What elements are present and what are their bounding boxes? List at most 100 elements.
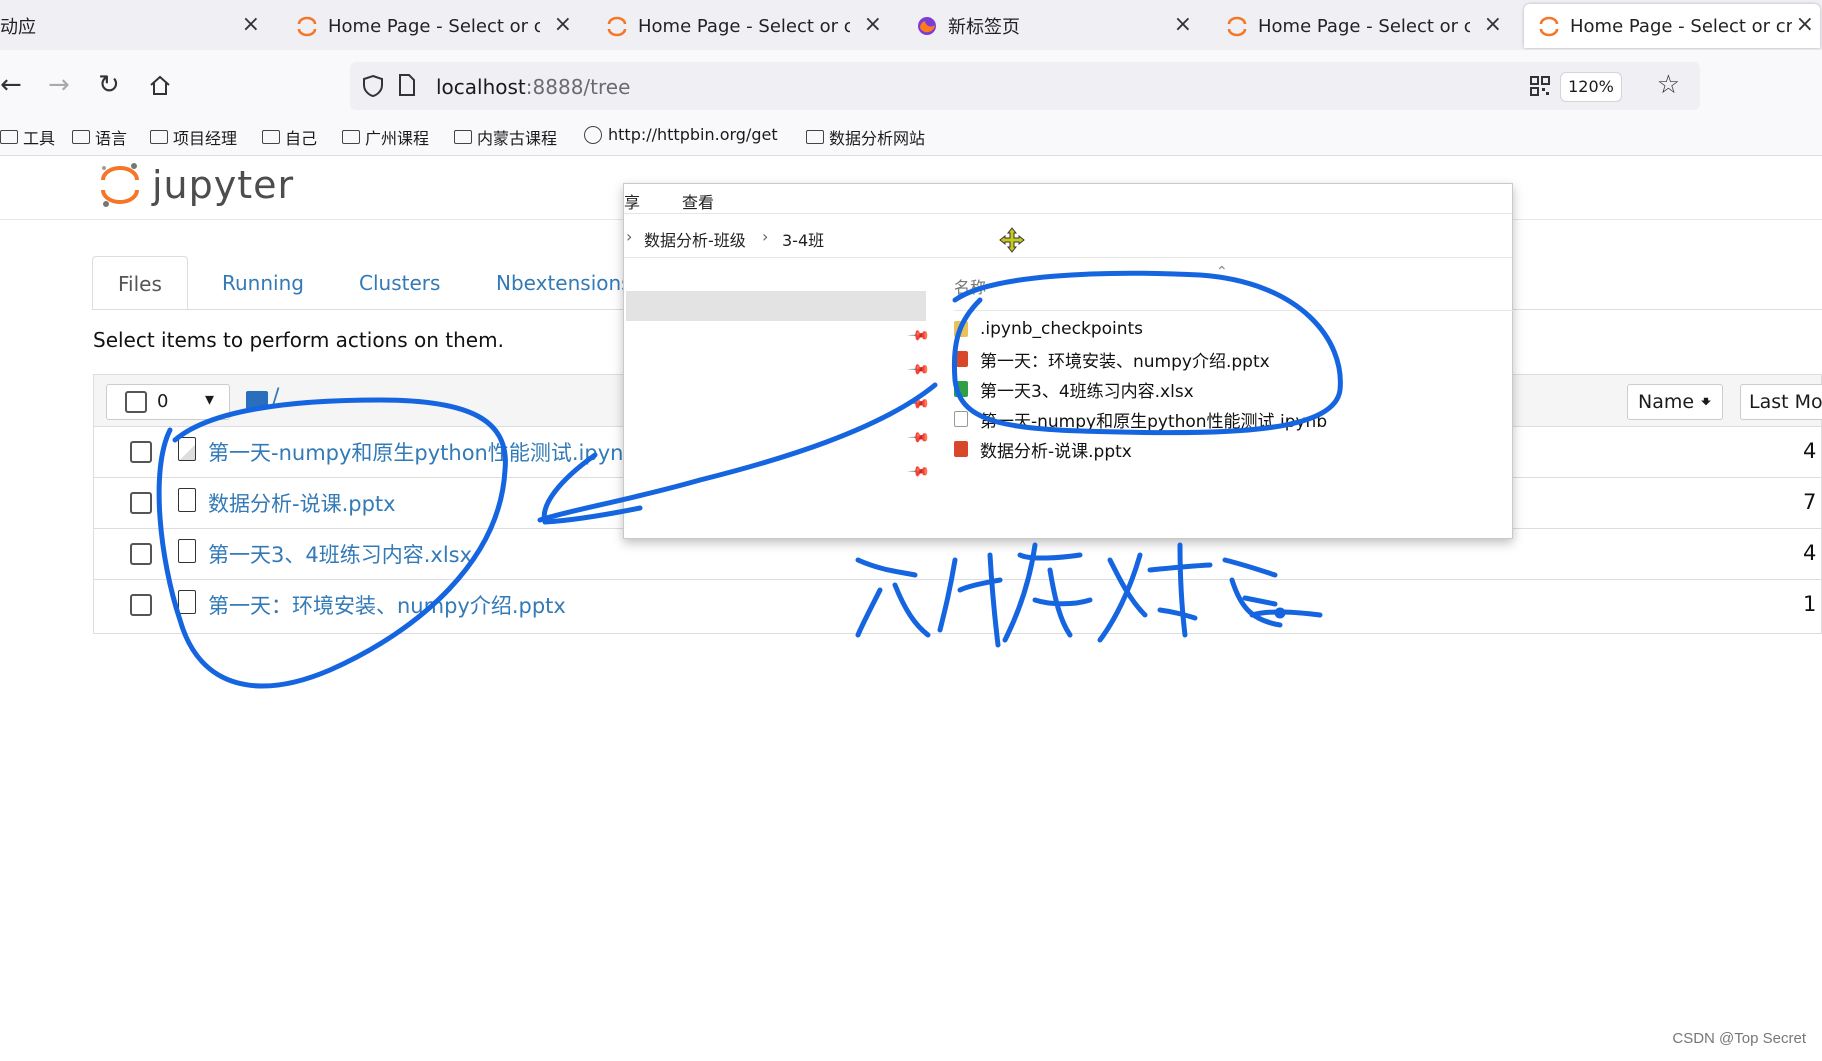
qr-code-icon[interactable] (1530, 76, 1550, 96)
row-checkbox[interactable] (130, 543, 152, 565)
address-bar[interactable]: localhost:8888/tree 120% ☆ (350, 62, 1700, 110)
bookmark-folder[interactable]: 语言 (72, 125, 127, 149)
close-icon[interactable]: × (1484, 14, 1502, 36)
close-icon[interactable]: × (1174, 14, 1192, 36)
zoom-level[interactable]: 120% (1560, 72, 1622, 102)
column-header-name[interactable]: 名称 (954, 274, 986, 298)
explorer-item[interactable]: 第一天-numpy和原生python性能测试.ipynb (954, 404, 1327, 434)
tab-title: 动应 (0, 17, 36, 38)
bookmark-star-icon[interactable]: ☆ (1657, 70, 1680, 100)
bookmark-folder[interactable]: 自己 (262, 125, 317, 149)
jupyter-logo-icon (101, 163, 139, 207)
tab-nbextensions[interactable]: Nbextensions (496, 256, 632, 310)
file-link[interactable]: 第一天-numpy和原生python性能测试.ipynb (208, 437, 637, 467)
select-all-dropdown[interactable]: 0 ▾ (106, 384, 230, 420)
folder-icon (262, 130, 280, 144)
file-row[interactable]: 第一天：环境安装、numpy介绍.pptx 1 (94, 580, 1821, 631)
menu-view[interactable]: 查看 (682, 189, 714, 213)
close-icon[interactable]: × (864, 14, 882, 36)
close-icon[interactable]: × (242, 14, 260, 36)
jupyter-logo[interactable]: jupyter (98, 160, 294, 210)
folder-icon[interactable] (246, 391, 268, 409)
tab-5-active[interactable]: Home Page - Select or creat × (1524, 4, 1820, 48)
tab-0[interactable]: 动应 × (0, 4, 270, 48)
explorer-item-name: 第一天：环境安装、numpy介绍.pptx (980, 351, 1270, 372)
explorer-item[interactable]: .ipynb_checkpoints (954, 314, 1514, 344)
pin-icon[interactable]: 📌 (907, 426, 931, 450)
explorer-item[interactable]: 第一天3、4班练习内容.xlsx (954, 374, 1194, 404)
bookmark-folder[interactable]: 工具 (0, 125, 55, 149)
sort-caret-icon: ⌃ (1216, 264, 1228, 280)
nav-selected-item[interactable] (626, 291, 926, 321)
bookmark-link[interactable]: http://httpbin.org/get (584, 125, 778, 144)
bookmark-label: 项目经理 (173, 129, 238, 148)
pin-icon[interactable]: 📌 (907, 392, 931, 416)
pin-icon[interactable]: 📌 (907, 358, 931, 382)
ipynb-icon (954, 411, 968, 427)
row-checkbox[interactable] (130, 492, 152, 514)
tab-files[interactable]: Files (92, 256, 188, 310)
file-icon (178, 488, 196, 512)
arrow-down-icon: 🠻 (1700, 391, 1712, 413)
breadcrumb-root[interactable]: / (272, 385, 279, 410)
explorer-nav-pane: 📌 📌 📌 📌 📌 (624, 258, 931, 540)
forward-arrow-icon[interactable]: → (48, 72, 70, 98)
folder-icon (0, 130, 18, 144)
tab-4[interactable]: Home Page - Select or creat × (1226, 4, 1508, 48)
file-link[interactable]: 第一天：环境安装、numpy介绍.pptx (208, 590, 566, 620)
folder-icon (342, 130, 360, 144)
tab-3[interactable]: 新标签页 × (916, 4, 1198, 48)
file-modified: 4 (1803, 541, 1817, 565)
watermark: CSDN @Top Secret (1672, 1030, 1806, 1047)
bookmark-label: 工具 (23, 129, 56, 148)
bookmark-label: 数据分析网站 (829, 129, 926, 148)
back-arrow-icon[interactable]: ← (0, 72, 22, 98)
bookmark-folder[interactable]: 数据分析网站 (806, 125, 925, 149)
jupyter-icon (607, 16, 627, 37)
bookmark-label: 语言 (95, 129, 128, 148)
file-link[interactable]: 数据分析-说课.pptx (208, 488, 396, 518)
pin-icon[interactable]: 📌 (907, 324, 931, 348)
select-all-checkbox[interactable] (125, 391, 147, 413)
explorer-item[interactable]: 数据分析-说课.pptx (954, 434, 1132, 464)
tab-title: 新标签页 (948, 17, 1020, 38)
sort-name-label: Name (1638, 391, 1695, 413)
pin-icon[interactable]: 📌 (907, 460, 931, 484)
explorer-item[interactable]: 第一天：环境安装、numpy介绍.pptx (954, 344, 1270, 374)
bookmark-folder[interactable]: 项目经理 (150, 125, 237, 149)
folder-icon (806, 130, 824, 144)
shield-icon[interactable] (362, 74, 384, 98)
tab-clusters[interactable]: Clusters (359, 256, 440, 310)
bookmark-folder[interactable]: 广州课程 (342, 125, 429, 149)
tab-running[interactable]: Running (222, 256, 304, 310)
caret-down-icon[interactable]: ▾ (205, 389, 214, 410)
close-icon[interactable]: × (1796, 14, 1814, 36)
crumb-current-folder[interactable]: 3-4班 (782, 227, 824, 251)
xlsx-icon (954, 381, 968, 397)
url-path: :8888/tree (525, 75, 631, 99)
bookmark-folder[interactable]: 内蒙古课程 (454, 125, 557, 149)
tab-2[interactable]: Home Page - Select or creat × (606, 4, 888, 48)
bookmarks-toolbar: 工具 语言 项目经理 自己 广州课程 内蒙古课程 http://httpbin.… (0, 120, 1822, 156)
explorer-menu-bar: 享 查看 (624, 184, 1512, 214)
tab-1[interactable]: Home Page - Select or creat × (296, 4, 578, 48)
sort-by-modified-button[interactable]: Last Mo (1740, 384, 1822, 420)
explorer-item-name: 数据分析-说课.pptx (980, 441, 1132, 462)
row-checkbox[interactable] (130, 441, 152, 463)
row-checkbox[interactable] (130, 594, 152, 616)
menu-share[interactable]: 享 (624, 189, 640, 213)
url-text[interactable]: localhost:8888/tree (436, 75, 630, 99)
sort-by-name-button[interactable]: Name 🠻 (1627, 384, 1723, 420)
file-link[interactable]: 第一天3、4班练习内容.xlsx (208, 539, 472, 569)
file-modified: 1 (1803, 592, 1817, 616)
file-modified: 7 (1803, 490, 1817, 514)
folder-icon (454, 130, 472, 144)
tab-title: Home Page - Select or creat (638, 15, 850, 37)
file-icon (178, 590, 196, 614)
explorer-item-name: 第一天-numpy和原生python性能测试.ipynb (980, 411, 1328, 432)
file-modified: 4 (1803, 439, 1817, 463)
crumb-class-folder[interactable]: 数据分析-班级 (644, 227, 746, 251)
reload-icon[interactable]: ↻ (98, 72, 120, 98)
close-icon[interactable]: × (554, 14, 572, 36)
home-icon[interactable] (148, 74, 172, 96)
